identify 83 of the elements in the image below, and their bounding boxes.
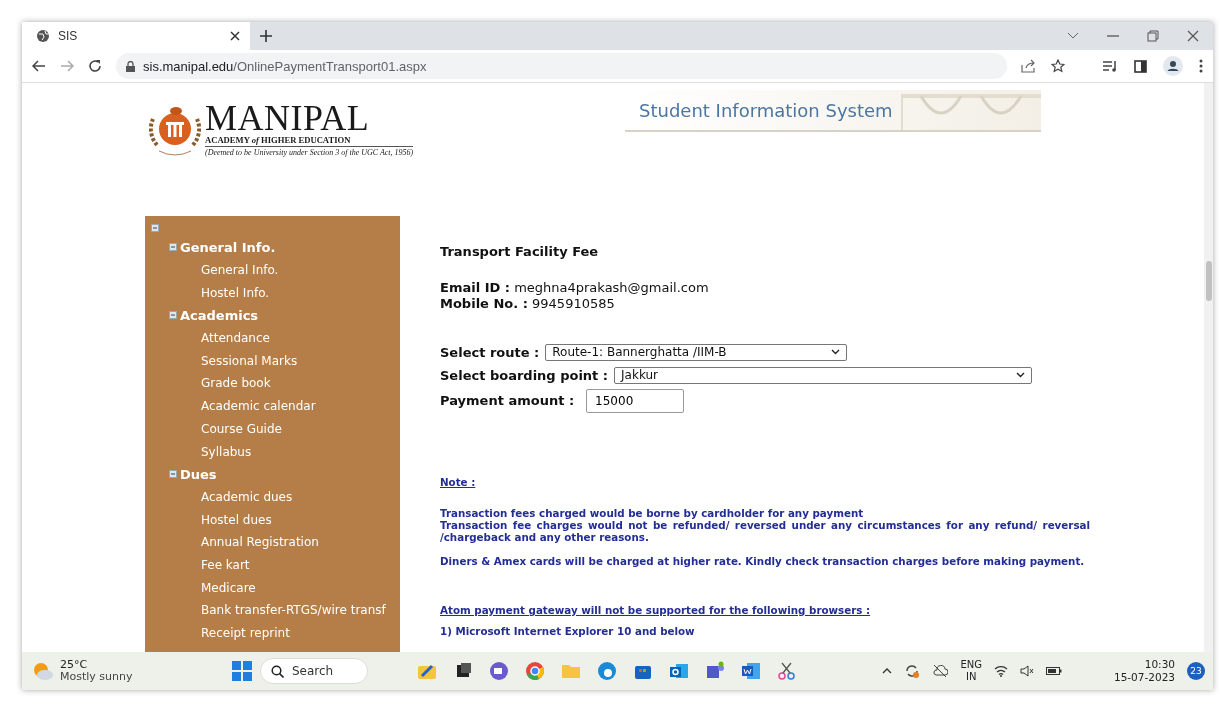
note-text: Diners & Amex cards will be charged at higher rate. Kindly check transaction charges before making payment. — [440, 555, 1086, 567]
address-bar[interactable]: sis.manipal.edu/OnlinePaymentTransport01.aspx — [116, 53, 1007, 79]
menu-group[interactable]: Dues — [180, 466, 217, 482]
menu-item[interactable]: Medicare — [201, 580, 256, 595]
collapse-toggle-icon[interactable] — [169, 470, 177, 479]
menu-item[interactable]: Hostel Info. — [201, 285, 270, 300]
speaker-muted-icon[interactable] — [1019, 665, 1034, 677]
dropdown[interactable]: Route-1: Bannerghatta /IIM-B — [545, 343, 848, 361]
menu-group[interactable]: Academics — [180, 307, 259, 323]
menu-item[interactable]: Sessional Marks — [201, 353, 298, 368]
menu-group[interactable]: General Info. — [180, 239, 276, 255]
wifi-icon[interactable] — [993, 665, 1008, 677]
back-arrow-icon[interactable] — [32, 60, 46, 72]
menu-item[interactable]: Course Guide — [201, 421, 282, 436]
taskbar-search[interactable]: Search — [260, 658, 368, 684]
search-icon — [271, 664, 284, 678]
restore-icon[interactable] — [1147, 30, 1159, 42]
side-panel-icon[interactable] — [1134, 59, 1147, 73]
field-label: Select route : — [440, 344, 540, 360]
note-text: Transaction fees charged would be borne by cardholder for any payment — [440, 507, 865, 519]
battery-icon[interactable] — [1045, 666, 1062, 676]
menu-item[interactable]: Receipt reprint — [201, 626, 290, 641]
browser-circle-icon[interactable] — [524, 660, 546, 682]
menu-dots-icon[interactable] — [1199, 59, 1203, 73]
reload-icon[interactable] — [88, 59, 102, 73]
note-heading: Note : — [440, 476, 476, 488]
university-name: MANIPAL — [205, 101, 371, 135]
weather-text: Mostly sunny — [60, 671, 133, 683]
chevron-down-icon — [831, 349, 841, 355]
notification-badge[interactable]: 23 — [1187, 662, 1205, 680]
profile-icon[interactable] — [1163, 56, 1183, 76]
menu-item[interactable]: General Info. — [201, 263, 279, 278]
plus-icon[interactable] — [260, 30, 272, 42]
page-title: Transport Facility Fee — [440, 244, 600, 259]
header-title: Student Information System — [638, 99, 893, 121]
browser-tab[interactable]: SIS — [22, 22, 250, 50]
chevron-down-icon[interactable] — [1067, 32, 1079, 40]
share-icon[interactable] — [1021, 59, 1035, 73]
dropdown[interactable]: Jakkur — [614, 366, 1033, 384]
start-windows-icon[interactable] — [232, 661, 252, 681]
field-label: Email ID : — [440, 280, 510, 295]
temperature: 25°C — [60, 659, 89, 671]
close-icon[interactable] — [230, 31, 240, 41]
chevron-up-icon[interactable] — [882, 668, 893, 674]
field-label: Select boarding point : — [440, 367, 609, 383]
lock-icon — [126, 60, 135, 72]
note-text: Transaction fee charges would not be refunded/ reversed under any circumstances for any refund/ reversal /chargeback and any other reasons. — [440, 519, 1090, 543]
media-list-icon[interactable] — [1103, 60, 1118, 72]
collapse-toggle-icon[interactable] — [151, 224, 159, 232]
chevron-down-icon — [1016, 372, 1026, 378]
clock[interactable]: 10:30 15-07-2023 — [1113, 658, 1175, 684]
menu-item[interactable]: Bank transfer-RTGS/wire transf — [201, 603, 386, 618]
university-tagline: (Deemed to be University under Section 3 of the UGC Act, 1956) — [205, 147, 414, 157]
menu-item[interactable]: Grade book — [201, 376, 271, 391]
menu-item[interactable]: Attendance — [201, 331, 270, 346]
url-text: sis.manipal.edu/OnlinePaymentTransport01.aspx — [143, 58, 427, 74]
camera-chat-icon[interactable] — [488, 660, 510, 682]
menu-item[interactable]: Fee kart — [201, 557, 250, 572]
field-label: Mobile No. : — [440, 296, 528, 311]
browser-list-item: 1) Microsoft Internet Explorer 10 and below — [440, 625, 696, 637]
university-subtitle: ACADEMY of HIGHER EDUCATION — [205, 135, 414, 147]
document-app-icon[interactable] — [740, 660, 762, 682]
menu-item[interactable]: Academic calendar — [201, 399, 316, 414]
collapse-toggle-icon[interactable] — [169, 243, 177, 252]
browsers-heading: Atom payment gateway will not be supported for the following browsers : — [440, 604, 871, 616]
star-icon[interactable] — [1051, 59, 1065, 73]
menu-item[interactable]: Annual Registration — [201, 535, 319, 550]
cloud-off-icon[interactable] — [932, 664, 949, 678]
globe-icon — [36, 29, 50, 43]
amount-field[interactable]: 15000 — [586, 388, 685, 413]
field-value: meghna4prakash@gmail.com — [514, 280, 709, 295]
field-label: Payment amount : — [440, 393, 575, 408]
tab-title: SIS — [58, 29, 79, 43]
field-value: 9945910585 — [532, 296, 615, 311]
menu-item[interactable]: Hostel dues — [201, 512, 272, 527]
menu-item[interactable]: Syllabus — [201, 444, 252, 459]
language-indicator[interactable]: ENG IN — [960, 659, 982, 683]
close-icon[interactable] — [1187, 30, 1199, 42]
menu-item[interactable]: Academic dues — [201, 489, 293, 504]
collapse-toggle-icon[interactable] — [169, 311, 177, 320]
sync-icon[interactable] — [904, 663, 921, 679]
scissors-icon[interactable] — [776, 660, 798, 682]
scrollbar[interactable] — [1204, 83, 1213, 652]
